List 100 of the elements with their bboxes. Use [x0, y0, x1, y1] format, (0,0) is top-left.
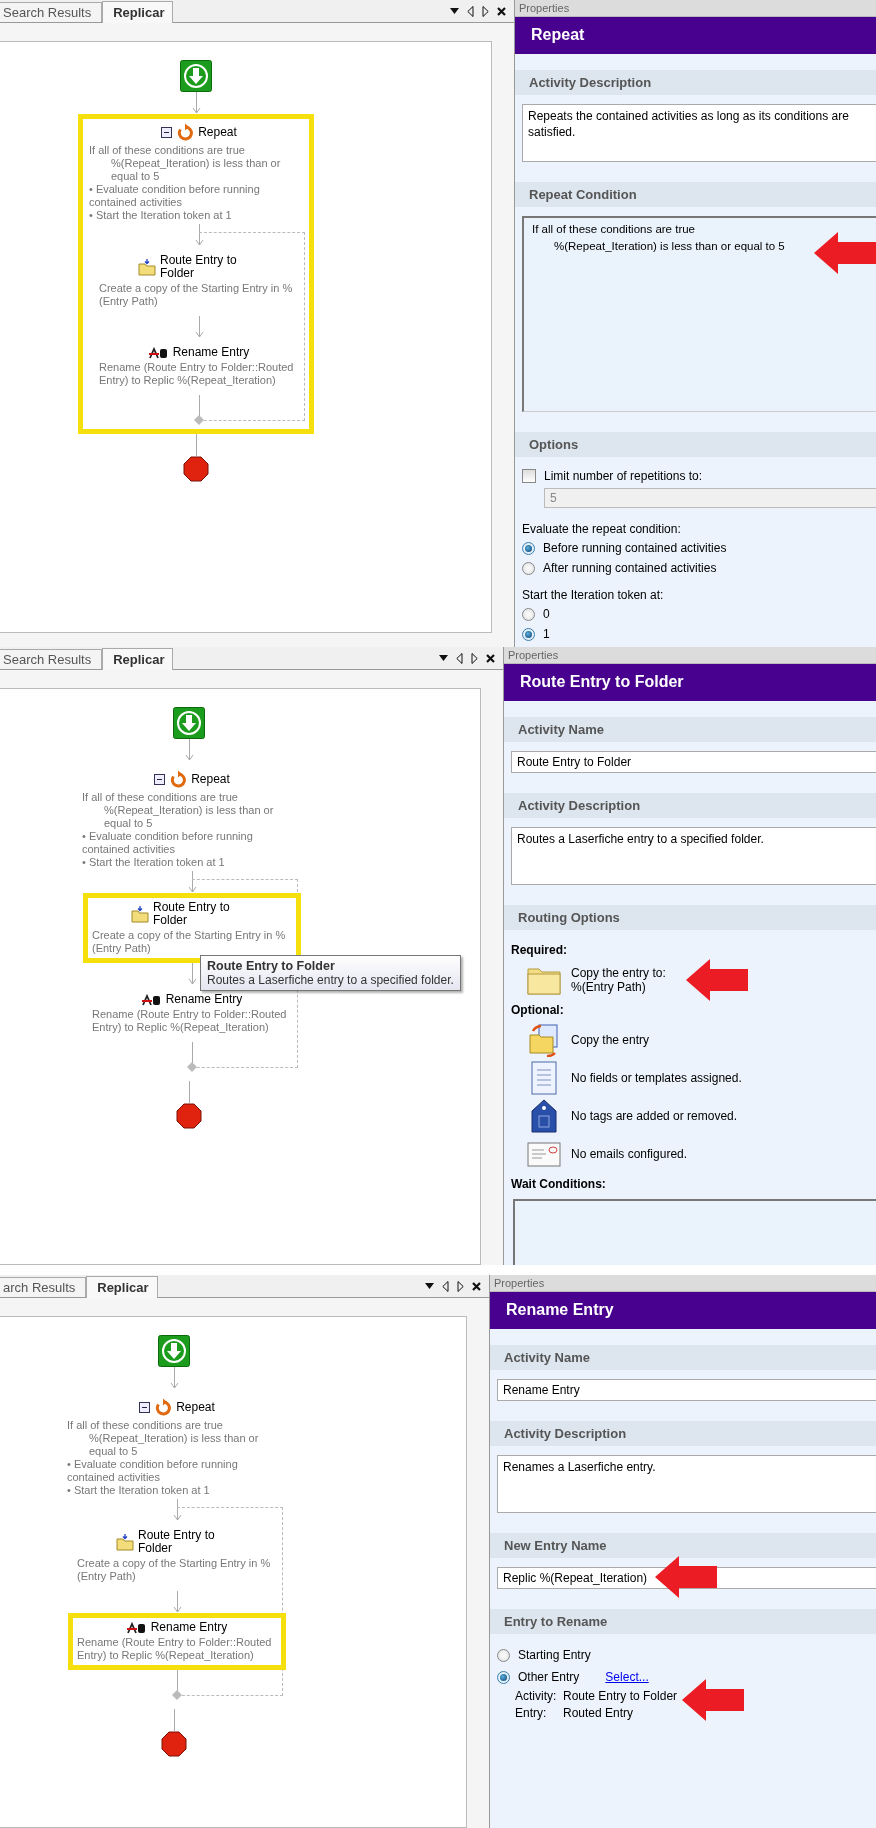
- activity-title: Rename Entry: [150, 1621, 228, 1634]
- dropdown-icon[interactable]: [450, 8, 459, 14]
- section-heading: Activity Name: [490, 1345, 876, 1370]
- panel-label: Properties: [515, 0, 876, 17]
- scroll-right-icon[interactable]: [457, 1280, 464, 1292]
- detail-label: Activity:: [515, 1689, 558, 1703]
- rename-icon: [148, 346, 169, 359]
- section-heading: Entry to Rename: [490, 1609, 876, 1634]
- section-heading: Activity Description: [504, 793, 876, 818]
- radio-indicator[interactable]: [522, 541, 535, 555]
- repeat-icon: [154, 1398, 173, 1416]
- tab[interactable]: Replicar: [102, 648, 174, 670]
- activity-description-line: • Evaluate condition before running contained activities: [82, 830, 254, 856]
- scroll-right-icon[interactable]: [471, 652, 478, 664]
- radio-button[interactable]: 1: [522, 624, 876, 644]
- connector-line: [197, 395, 201, 417]
- tab[interactable]: Search Results: [0, 649, 103, 669]
- radio-indicator[interactable]: [522, 607, 535, 621]
- group-label: Wait Conditions:: [511, 1177, 607, 1193]
- activity-description: Create a copy of the Starting Entry in %(Entry Path): [77, 1557, 272, 1583]
- text-area[interactable]: Routes a Laserfiche entry to a specified folder.: [511, 827, 876, 885]
- merge-diamond-icon: [172, 1690, 182, 1700]
- repeat-icon: [169, 770, 188, 788]
- activity-description-line: If all of these conditions are true: [67, 1419, 224, 1432]
- radio-indicator[interactable]: [522, 561, 535, 575]
- activity-title: Route Entry to Folder: [153, 901, 231, 927]
- radio-indicator[interactable]: [497, 1648, 510, 1662]
- route-activity[interactable]: Route Entry to Folder Create a copy of the Starting Entry in %(Entry Path): [68, 1521, 286, 1591]
- start-icon: [180, 60, 212, 92]
- checkbox-box[interactable]: [522, 469, 536, 483]
- tab[interactable]: Search Results: [0, 2, 103, 22]
- rename-activity[interactable]: Rename Entry Rename (Route Entry to Folder::Routed Entry) to Replic %(Repeat_Iteration): [68, 1613, 286, 1670]
- start-icon: [158, 1335, 190, 1367]
- activity-description: Create a copy of the Starting Entry in %(Entry Path): [99, 282, 294, 308]
- close-icon[interactable]: [497, 6, 506, 16]
- option-text: Copy the entry: [571, 1033, 650, 1047]
- dropdown-icon[interactable]: [439, 655, 448, 661]
- option-text: No tags are added or removed.: [571, 1109, 738, 1123]
- activity-description-line: • Evaluate condition before running contained activities: [89, 183, 261, 209]
- folder-icon: [527, 965, 561, 995]
- connector-line: [194, 434, 198, 456]
- tab[interactable]: Replicar: [102, 1, 174, 23]
- connector-line: [172, 1709, 176, 1731]
- activity-title: Repeat: [176, 1400, 215, 1414]
- option-text: No fields or templates assigned.: [571, 1071, 742, 1085]
- close-icon[interactable]: [486, 653, 495, 663]
- rename-activity[interactable]: Rename Entry Rename (Route Entry to Folder::Routed Entry) to Replic %(Repeat_Iteration): [90, 338, 308, 395]
- connector-arrow: [172, 1499, 182, 1521]
- select-link[interactable]: Select...: [605, 1670, 649, 1684]
- close-icon[interactable]: [472, 1281, 481, 1291]
- text-field[interactable]: Rename Entry: [497, 1379, 876, 1401]
- activity-title: Repeat: [198, 125, 237, 139]
- route-activity[interactable]: Route Entry to Folder Create a copy of the Starting Entry in %(Entry Path): [90, 246, 308, 316]
- radio-button[interactable]: 0: [522, 604, 876, 624]
- dropdown-icon[interactable]: [425, 1283, 434, 1289]
- text-area[interactable]: Repeats the contained activities as long as its conditions are satisfied.: [522, 104, 876, 162]
- section-heading: Options: [515, 432, 876, 457]
- radio-indicator[interactable]: [497, 1670, 510, 1684]
- panel-label: Properties: [490, 1275, 876, 1292]
- scroll-left-icon[interactable]: [442, 1280, 449, 1292]
- radio-button[interactable]: Before running contained activities: [522, 538, 876, 558]
- tooltip-text: Routes a Laserfiche entry to a specified folder.: [207, 973, 454, 987]
- radio-button[interactable]: Other Entry Select...: [497, 1667, 876, 1687]
- collapse-icon[interactable]: [161, 126, 173, 138]
- tab[interactable]: arch Results: [0, 1277, 87, 1297]
- activity-heading: Rename Entry: [490, 1292, 876, 1329]
- connector-arrow: [194, 316, 204, 338]
- activity-description-line: • Start the Iteration token at 1: [67, 1484, 211, 1497]
- activity-title: Route Entry to Folder: [138, 1529, 216, 1555]
- checkbox[interactable]: Limit number of repetitions to:: [522, 466, 876, 486]
- tab[interactable]: Replicar: [86, 1276, 158, 1298]
- connector-arrow: [187, 871, 197, 893]
- collapse-icon[interactable]: [139, 1401, 151, 1413]
- connector-line: [190, 1042, 194, 1064]
- group-label: Required:: [511, 943, 568, 959]
- scroll-left-icon[interactable]: [467, 5, 474, 17]
- folder-icon: [116, 1533, 134, 1551]
- activity-description-line: If all of these conditions are true: [82, 791, 239, 804]
- section-heading: New Entry Name: [490, 1533, 876, 1558]
- radio-indicator[interactable]: [522, 627, 535, 641]
- radio-button[interactable]: Starting Entry: [497, 1645, 876, 1665]
- stop-icon: [176, 1103, 202, 1129]
- rename-icon: [126, 1621, 147, 1634]
- condition-box[interactable]: If all of these conditions are true %(Repeat_Iteration) is less than or equal to 5: [522, 216, 876, 412]
- activity-description-line: • Evaluate condition before running contained activities: [67, 1458, 239, 1484]
- stop-icon: [183, 456, 209, 482]
- radio-button[interactable]: After running contained activities: [522, 558, 876, 578]
- activity-description-line: • Start the Iteration token at 1: [89, 209, 233, 222]
- connector-arrow: [169, 1367, 179, 1389]
- activity-heading: Route Entry to Folder: [504, 664, 876, 701]
- condition-line: %(Repeat_Iteration) is less than or equal to 5: [553, 239, 786, 254]
- connector-arrow: [187, 963, 197, 985]
- scroll-right-icon[interactable]: [482, 5, 489, 17]
- section-heading: Activity Name: [504, 717, 876, 742]
- text-area[interactable]: Renames a Laserfiche entry.: [497, 1455, 876, 1513]
- scroll-left-icon[interactable]: [456, 652, 463, 664]
- activity-title: Rename Entry: [172, 346, 250, 359]
- text-field[interactable]: Route Entry to Folder: [511, 751, 876, 773]
- option-label: Evaluate the repeat condition:: [522, 522, 682, 538]
- collapse-icon[interactable]: [154, 773, 166, 785]
